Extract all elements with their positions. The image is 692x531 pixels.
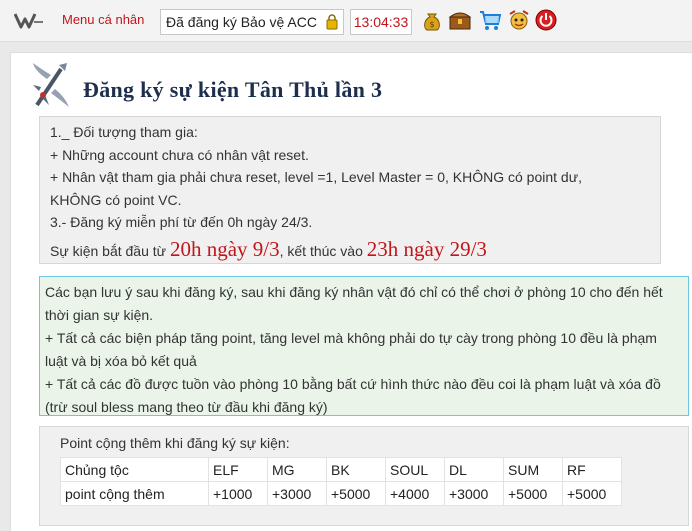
top-bar: Menu cá nhân Đã đăng ký Bảo vệ ACC 13:04… — [0, 0, 692, 42]
money-bag-icon[interactable]: $ — [420, 8, 444, 32]
table-cell: +5000 — [562, 481, 622, 506]
event-end-date: 23h ngày 29/3 — [366, 236, 487, 261]
table-cell: +5000 — [326, 481, 386, 506]
participant-info-box: 1._ Đối tượng tham gia: + Những account … — [39, 116, 661, 264]
bonus-points-table: Chủng tộc ELF MG BK SOUL DL SUM RF point… — [60, 457, 622, 506]
personal-menu-link[interactable]: Menu cá nhân — [62, 12, 144, 27]
table-cell: +3000 — [444, 481, 504, 506]
character-face-icon[interactable] — [507, 8, 531, 32]
table-cell: +5000 — [503, 481, 563, 506]
treasure-chest-icon[interactable] — [448, 8, 472, 32]
table-cell: +3000 — [267, 481, 327, 506]
account-protection-status: Đã đăng ký Bảo vệ ACC — [160, 9, 344, 35]
site-logo[interactable] — [14, 10, 44, 30]
info-line: 3.- Đăng ký miễn phí từ đến 0h ngày 24/3… — [50, 214, 313, 230]
event-prefix: Sự kiện bắt đầu từ — [50, 242, 167, 259]
page-title: Đăng ký sự kiện Tân Thủ lần 3 — [83, 77, 383, 102]
bonus-points-caption: Point cộng thêm khi đăng ký sự kiện: — [60, 435, 290, 451]
event-middle: , kết thúc vào — [279, 242, 363, 259]
info-line: + Những account chưa có nhân vật reset. — [50, 146, 309, 163]
table-cell: BK — [326, 457, 386, 482]
table-cell: RF — [562, 457, 622, 482]
table-cell: +4000 — [385, 481, 445, 506]
lock-key-icon — [326, 14, 338, 30]
table-header-row: Chủng tộc ELF MG BK SOUL DL SUM RF — [60, 457, 622, 482]
table-cell: MG — [267, 457, 327, 482]
event-start-date: 20h ngày 9/3 — [169, 236, 280, 261]
notice-paragraph: + Tất cả các biện pháp tăng point, tăng … — [45, 330, 657, 369]
bonus-points-box: Point cộng thêm khi đăng ký sự kiện: Chủ… — [39, 426, 689, 526]
info-line: KHÔNG có point VC. — [50, 191, 182, 208]
notice-paragraph: Các bạn lưu ý sau khi đăng ký, sau khi đ… — [45, 284, 663, 323]
table-row: point cộng thêm +1000 +3000 +5000 +4000 … — [60, 481, 622, 506]
server-clock: 13:04:33 — [350, 9, 412, 35]
rules-notice-box: Các bạn lưu ý sau khi đăng ký, sau khi đ… — [39, 276, 689, 416]
table-cell: Chủng tộc — [60, 457, 209, 482]
shopping-cart-icon[interactable] — [478, 8, 502, 32]
table-cell: ELF — [208, 457, 268, 482]
svg-text:$: $ — [429, 20, 434, 29]
event-period: Sự kiện bắt đầu từ 20h ngày 9/3, kết thú… — [50, 236, 650, 263]
winged-sword-icon — [33, 63, 69, 107]
power-icon[interactable] — [534, 8, 558, 32]
table-cell: SOUL — [385, 457, 445, 482]
info-line: 1._ Đối tượng tham gia: — [50, 124, 198, 140]
table-cell: +1000 — [208, 481, 268, 506]
table-cell: DL — [444, 457, 504, 482]
info-line: + Nhân vật tham gia phải chưa reset, lev… — [50, 169, 582, 185]
title-row: Đăng ký sự kiện Tân Thủ lần 3 — [31, 61, 671, 111]
main-panel: Đăng ký sự kiện Tân Thủ lần 3 1._ Đối tư… — [10, 52, 692, 531]
table-cell: SUM — [503, 457, 563, 482]
table-cell: point cộng thêm — [60, 481, 209, 506]
notice-paragraph: + Tất cả các đồ được tuồn vào phòng 10 b… — [45, 376, 661, 415]
status-text: Đã đăng ký Bảo vệ ACC — [166, 14, 317, 30]
